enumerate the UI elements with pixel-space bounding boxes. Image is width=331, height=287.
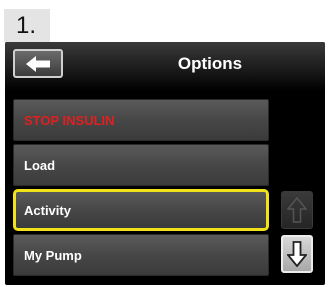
menu-item-label: Activity: [24, 202, 71, 218]
pump-screen: Options STOP INSULIN Load Activity My Pu…: [5, 42, 325, 285]
back-button[interactable]: [13, 49, 63, 78]
menu-item-label: Load: [24, 157, 56, 173]
screen-header: Options: [5, 42, 325, 91]
menu-item-stop-insulin[interactable]: STOP INSULIN: [13, 99, 269, 141]
arrow-down-icon: [287, 241, 307, 267]
menu-item-my-pump[interactable]: My Pump: [13, 234, 269, 276]
scroll-up-button[interactable]: [281, 191, 313, 229]
arrow-up-icon: [287, 197, 307, 223]
menu-item-load[interactable]: Load: [13, 144, 269, 186]
options-menu: STOP INSULIN Load Activity My Pump: [13, 99, 269, 279]
screen-title: Options: [177, 54, 243, 73]
menu-item-label: My Pump: [24, 247, 82, 263]
menu-item-label: STOP INSULIN: [24, 112, 115, 128]
scroll-down-button[interactable]: [281, 235, 313, 273]
arrow-left-icon: [26, 55, 50, 72]
menu-item-activity[interactable]: Activity: [13, 189, 269, 231]
step-number-label: 1.: [4, 9, 50, 42]
